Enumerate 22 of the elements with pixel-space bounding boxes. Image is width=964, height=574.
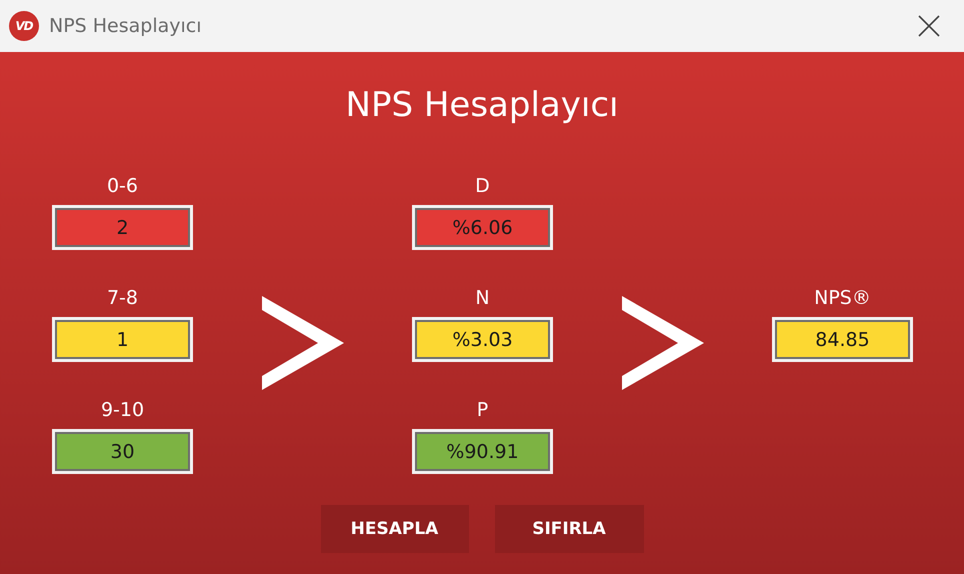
value-field[interactable]: 2 xyxy=(52,205,193,250)
field-label: N xyxy=(475,287,490,309)
field-label: P xyxy=(476,399,488,421)
chevron-arrow-icon xyxy=(262,296,344,390)
field-label: D xyxy=(475,175,490,197)
app-logo: VD xyxy=(9,11,39,41)
chevron-arrow-icon xyxy=(622,296,704,390)
value-field[interactable]: %90.91 xyxy=(412,429,553,474)
window-title: NPS Hesaplayıcı xyxy=(49,15,203,37)
field-label: 7-8 xyxy=(106,287,138,309)
value-field[interactable]: %6.06 xyxy=(412,205,553,250)
value-field[interactable]: 84.85 xyxy=(772,317,913,362)
close-icon[interactable] xyxy=(918,15,940,37)
action-button[interactable]: HESAPLA xyxy=(320,505,468,553)
action-button[interactable]: SIFIRLA xyxy=(494,505,644,553)
field-label: NPS® xyxy=(814,287,871,309)
value-field[interactable]: %3.03 xyxy=(412,317,553,362)
field-label: 0-6 xyxy=(106,175,138,197)
field-label: 9-10 xyxy=(100,399,144,421)
value-field[interactable]: 30 xyxy=(52,429,193,474)
value-field[interactable]: 1 xyxy=(52,317,193,362)
page-heading: NPS Hesaplayıcı xyxy=(346,84,618,127)
